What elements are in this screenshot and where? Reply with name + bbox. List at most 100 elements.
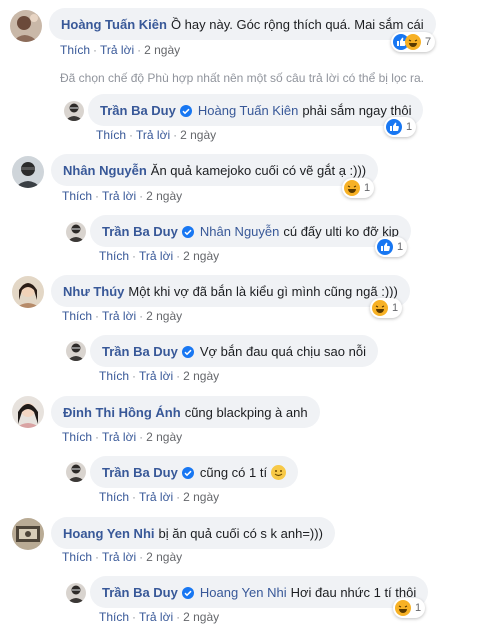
comment-text: Hơi đau nhức 1 tí thôi [290, 584, 417, 600]
verified-badge-icon [181, 226, 194, 238]
comment-text: phải sắm ngay thôi [302, 102, 412, 118]
comment-text: Vợ bắn đau quá chịu sao nỗi [199, 343, 366, 359]
reaction-summary[interactable]: 1 [375, 237, 408, 257]
timestamp[interactable]: 2 ngày [146, 550, 182, 564]
timestamp[interactable]: 2 ngày [183, 610, 219, 624]
comment-actions: Thích · Trả lời · 2 ngày [99, 610, 220, 624]
comment-bubble: Đinh Thi Hồng Ánh cũng blackping à anh [51, 396, 320, 428]
timestamp[interactable]: 2 ngày [146, 189, 182, 203]
avatar[interactable] [12, 396, 44, 428]
timestamp[interactable]: 2 ngày [183, 369, 219, 383]
comment-author[interactable]: Hoàng Tuấn Kiên [61, 17, 167, 32]
comment-actions: Thích · Trả lời · 2 ngày [62, 189, 183, 203]
comment-author[interactable]: Trần Ba Duy [102, 585, 178, 600]
comment-text: Một khi vợ đã bắn là kiểu gì mình cũng n… [128, 283, 398, 299]
reaction-summary[interactable]: 1 [384, 117, 417, 137]
verified-badge-icon [181, 587, 194, 599]
reply-bubble: Trần Ba Duy Hoang Yen Nhi Hơi đau nhức 1… [90, 576, 429, 608]
like-link[interactable]: Thích [62, 309, 92, 323]
haha-icon [405, 34, 421, 50]
like-link[interactable]: Thích [62, 430, 92, 444]
like-link[interactable]: Thích [62, 550, 92, 564]
like-link[interactable]: Thích [99, 369, 129, 383]
like-link[interactable]: Thích [99, 610, 129, 624]
like-link[interactable]: Thích [60, 43, 90, 57]
mentioned-user[interactable]: Nhân Nguyễn [200, 224, 280, 239]
reaction-count: 1 [397, 241, 404, 253]
avatar[interactable] [12, 276, 44, 308]
timestamp[interactable]: 2 ngày [183, 249, 219, 263]
reaction-summary[interactable]: 1 [342, 178, 375, 198]
timestamp[interactable]: 2 ngày [183, 490, 219, 504]
timestamp[interactable]: 2 ngày [146, 309, 182, 323]
avatar[interactable] [64, 101, 84, 121]
comment-actions: Thích · Trả lời · 2 ngày [99, 490, 220, 504]
comment-author[interactable]: Đinh Thi Hồng Ánh [63, 405, 181, 420]
comment-actions: Thích · Trả lời · 2 ngày [99, 249, 220, 263]
comment-bubble: Nhân Nguyễn Ăn quả kamejoko cuối có vẽ g… [51, 154, 379, 186]
comment-author[interactable]: Trần Ba Duy [100, 103, 176, 118]
mentioned-user[interactable]: Hoang Yen Nhi [200, 585, 287, 600]
reply-link[interactable]: Trả lời [139, 610, 173, 624]
comment-author[interactable]: Trần Ba Duy [102, 224, 178, 239]
reply-link[interactable]: Trả lời [139, 490, 173, 504]
timestamp[interactable]: 2 ngày [146, 430, 182, 444]
reply-link[interactable]: Trả lời [100, 43, 134, 57]
verified-badge-icon [179, 105, 192, 117]
haha-icon [395, 600, 411, 616]
mentioned-user[interactable]: Hoàng Tuấn Kiên [198, 103, 298, 118]
comment-bubble: Hoang Yen Nhi bị ăn quả cuối có s k anh=… [51, 517, 335, 549]
comment-actions: Thích · Trả lời · 2 ngày [62, 309, 183, 323]
like-link[interactable]: Thích [96, 128, 126, 142]
avatar[interactable] [66, 341, 86, 361]
comment-text: Ăn quả kamejoko cuối có vẽ gắt ạ :))) [150, 162, 367, 178]
comment-text: Ồ hay này. Góc rộng thích quá. Mai sắm c… [170, 16, 424, 32]
haha-icon [372, 300, 388, 316]
comment-author[interactable]: Trần Ba Duy [102, 344, 178, 359]
reply-bubble: Trần Ba Duy Nhân Nguyễn cú đấy ulti ko đ… [90, 215, 411, 247]
reaction-count: 1 [364, 182, 371, 194]
reply-link[interactable]: Trả lời [139, 369, 173, 383]
comment-text: cũng có 1 tí [199, 464, 268, 480]
reply-link[interactable]: Trả lời [102, 550, 136, 564]
timestamp[interactable]: 2 ngày [144, 43, 180, 57]
reply-link[interactable]: Trả lời [102, 430, 136, 444]
reaction-summary[interactable]: 1 [393, 598, 426, 618]
reaction-count: 7 [425, 36, 432, 48]
comment-text: bị ăn quả cuối có s k anh=))) [158, 525, 323, 541]
avatar[interactable] [10, 10, 42, 42]
like-link[interactable]: Thích [99, 249, 129, 263]
like-link[interactable]: Thích [99, 490, 129, 504]
reply-link[interactable]: Trả lời [102, 309, 136, 323]
avatar[interactable] [12, 156, 44, 188]
avatar[interactable] [66, 222, 86, 242]
reply-bubble: Trần Ba Duy Vợ bắn đau quá chịu sao nỗi [90, 335, 378, 367]
verified-badge-icon [181, 346, 194, 358]
like-link[interactable]: Thích [62, 189, 92, 203]
reaction-count: 1 [392, 302, 399, 314]
comment-author[interactable]: Trần Ba Duy [102, 465, 178, 480]
reply-bubble: Trần Ba Duy Hoàng Tuấn Kiên phải sắm nga… [88, 94, 424, 126]
reply-link[interactable]: Trả lời [102, 189, 136, 203]
comment-author[interactable]: Như Thúy [63, 284, 124, 299]
avatar[interactable] [66, 462, 86, 482]
avatar[interactable] [66, 583, 86, 603]
reaction-summary[interactable]: 7 [391, 32, 436, 52]
comment-actions: Thích · Trả lời · 2 ngày [62, 550, 183, 564]
reaction-summary[interactable]: 1 [370, 298, 403, 318]
like-icon [386, 119, 402, 135]
avatar[interactable] [12, 518, 44, 550]
reply-link[interactable]: Trả lời [139, 249, 173, 263]
comment-text: cũng blackping à anh [184, 404, 308, 420]
verified-badge-icon [181, 467, 194, 479]
comment-bubble: Như Thúy Một khi vợ đã bắn là kiểu gì mì… [51, 275, 410, 307]
comment-actions: Thích · Trả lời · 2 ngày [96, 128, 217, 142]
reply-link[interactable]: Trả lời [136, 128, 170, 142]
comment-actions: Thích · Trả lời · 2 ngày [62, 430, 183, 444]
comment-author[interactable]: Hoang Yen Nhi [63, 526, 155, 541]
haha-icon [344, 180, 360, 196]
comment-text: cú đấy ulti ko đỡ kịp [283, 223, 399, 239]
like-icon [377, 239, 393, 255]
timestamp[interactable]: 2 ngày [180, 128, 216, 142]
comment-author[interactable]: Nhân Nguyễn [63, 163, 147, 178]
